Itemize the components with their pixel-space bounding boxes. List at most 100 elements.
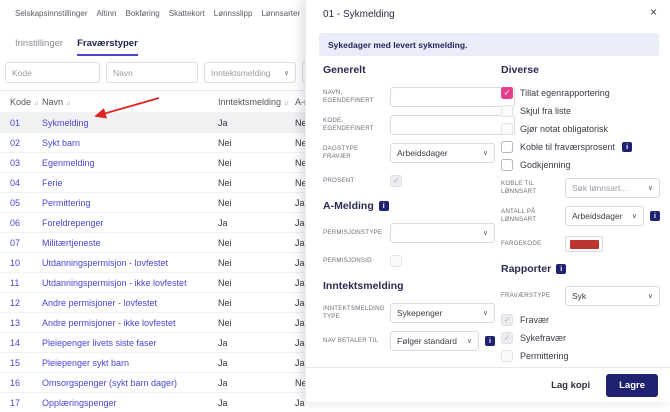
section-generelt: Generelt [323,64,495,76]
field-prosent: PROSENT ✓ [323,171,495,191]
gjor-notat-obligatorisk-checkbox[interactable]: ✓ [501,123,513,135]
info-icon[interactable]: i [650,211,660,221]
checkbox-row-skjul-fra-liste: ✓ Skjul fra liste [501,105,660,117]
godkjenning-checkbox[interactable]: ✓ [501,159,513,171]
header-inntektsmelding[interactable]: Inntektsmelding↓↑ [218,97,295,107]
cell-navn[interactable]: Opplæringspenger [42,398,218,408]
cell-navn[interactable]: Pleiepenger livets siste faser [42,338,218,348]
cell-navn[interactable]: Foreldrepenger [42,218,218,228]
checkbox-row-sykefravaer: ✓ Sykefravær [501,332,660,344]
panel-column-left: Generelt NAVN, EGENDEFINERT KODE, EGENDE… [323,64,495,368]
section-rapporter: Rapporter i [501,263,660,275]
lagre-button[interactable]: Lagre [606,374,658,397]
tillat-egenrapportering-checkbox[interactable]: ✓ [501,87,513,99]
cell-kode[interactable]: 10 [0,258,42,268]
tab-fravaerstyper[interactable]: Fraværstyper [77,38,138,56]
panel-body: Generelt NAVN, EGENDEFINERT KODE, EGENDE… [323,64,660,368]
kode-egendefinert-input[interactable] [390,115,515,135]
field-label: NAV BETALER TIL [323,337,390,345]
header-navn[interactable]: Navn↓↑ [42,97,218,107]
inntektsmelding-type-select[interactable]: Sykepenger ∨ [390,303,495,323]
skjul-fra-liste-checkbox[interactable]: ✓ [501,105,513,117]
filter-navn-input[interactable] [106,62,198,83]
tab-innstillinger[interactable]: Innstillinger [15,38,63,56]
cell-navn[interactable]: Egenmelding [42,158,218,168]
cell-navn[interactable]: Sykmelding [42,118,218,128]
sort-icon[interactable]: ↓↑ [284,100,289,107]
antall-pa-lonnsart-select[interactable]: Arbeidsdager ∨ [565,206,644,226]
navn-egendefinert-input[interactable] [390,87,515,107]
koble-til-lonnsart-select[interactable]: Søk lønnsart... ∨ [565,178,660,198]
nav-betaler-til-select[interactable]: Følger standard ∨ [390,331,479,351]
cell-kode[interactable]: 05 [0,198,42,208]
cell-navn[interactable]: Omsorgspenger (sykt barn dager) [42,378,218,388]
nav-item-altinn[interactable]: Altinn [96,9,116,18]
cell-navn[interactable]: Utdanningspermisjon - lovfestet [42,258,218,268]
chevron-down-icon: ∨ [483,309,488,317]
filter-inntektsmelding-select[interactable]: Inntektsmelding ∨ [204,62,296,83]
field-nav-betaler-til: NAV BETALER TIL Følger standard ∨ i [323,331,495,351]
cell-innt: Ja [218,358,295,368]
cell-kode[interactable]: 01 [0,118,42,128]
checkbox-row-gjor-notat-obligatorisk: ✓ Gjør notat obligatorisk [501,123,660,135]
cell-navn[interactable]: Militærtjeneste [42,238,218,248]
sort-icon[interactable]: ↓↑ [66,100,71,107]
checkbox-row-koble-til-fravaersprosent: ✓ Koble til fraværsprosent i [501,141,660,153]
info-icon[interactable]: i [379,201,389,211]
cell-innt: Nei [218,158,295,168]
field-label: NAVN, EGENDEFINERT [323,89,390,106]
cell-innt: Nei [218,298,295,308]
nav-item-lonnsslipp[interactable]: Lønnsslipp [214,9,253,18]
cell-kode[interactable]: 11 [0,278,42,288]
sykefravaer-checkbox: ✓ [501,332,513,344]
cell-innt: Ja [218,338,295,348]
cell-innt: Nei [218,138,295,148]
info-icon[interactable]: i [556,264,566,274]
field-koble-til-lonnsart: KOBLE TIL LØNNSART Søk lønnsart... ∨ [501,178,660,198]
filter-kode-input[interactable] [5,62,100,83]
description-banner: Sykedager med levert sykmelding. [319,33,659,56]
cell-navn[interactable]: Andre permisjoner - ikke lovfestet [42,318,218,328]
koble-til-fravaersprosent-checkbox[interactable]: ✓ [501,141,513,153]
cell-navn[interactable]: Ferie [42,178,218,188]
cell-kode[interactable]: 13 [0,318,42,328]
detail-panel-sykmelding: 01 - Sykmelding × Sykedager med levert s… [305,0,670,402]
cell-kode[interactable]: 16 [0,378,42,388]
field-fargekode: FARGEKODE [501,234,660,254]
chevron-down-icon: ∨ [648,292,653,300]
header-kode[interactable]: Kode↓↑ [0,97,42,107]
info-icon[interactable]: i [622,142,632,152]
fravaerstype-value: Syk [572,291,586,301]
fargekode-swatch [570,240,599,249]
checkbox-label: Fravær [520,315,549,325]
nav-item-selskapsinnstillinger[interactable]: Selskapsinnstillinger [15,9,87,18]
lag-kopi-button[interactable]: Lag kopi [551,380,590,391]
cell-navn[interactable]: Utdanningspermisjon - ikke lovfestet [42,278,218,288]
nav-item-skattekort[interactable]: Skattekort [169,9,205,18]
cell-navn[interactable]: Permittering [42,198,218,208]
cell-kode[interactable]: 14 [0,338,42,348]
cell-kode[interactable]: 04 [0,178,42,188]
sort-icon[interactable]: ↓↑ [34,100,39,107]
nav-item-bokforing[interactable]: Bokføring [126,9,160,18]
cell-kode[interactable]: 15 [0,358,42,368]
fravaerstype-select[interactable]: Syk ∨ [565,286,660,306]
field-antall-pa-lonnsart: ANTALL PÅ LØNNSART Arbeidsdager ∨ i [501,206,660,226]
cell-kode[interactable]: 06 [0,218,42,228]
checkbox-label: Skjul fra liste [520,106,571,116]
cell-kode[interactable]: 02 [0,138,42,148]
dagstype-fravaer-select[interactable]: Arbeidsdager ∨ [390,143,495,163]
info-icon[interactable]: i [485,336,495,346]
cell-kode[interactable]: 12 [0,298,42,308]
cell-navn[interactable]: Sykt barn [42,138,218,148]
field-label: FRAVÆRSTYPE [501,292,565,300]
close-icon[interactable]: × [650,6,657,18]
cell-kode[interactable]: 17 [0,398,42,408]
nav-item-lonnsarter[interactable]: Lønnsarter [261,9,300,18]
cell-kode[interactable]: 03 [0,158,42,168]
cell-navn[interactable]: Andre permisjoner - lovfestet [42,298,218,308]
permisjonstype-select[interactable]: ∨ [390,223,495,243]
cell-navn[interactable]: Pleiepenger sykt barn [42,358,218,368]
fargekode-color-picker[interactable] [565,236,603,252]
cell-kode[interactable]: 07 [0,238,42,248]
